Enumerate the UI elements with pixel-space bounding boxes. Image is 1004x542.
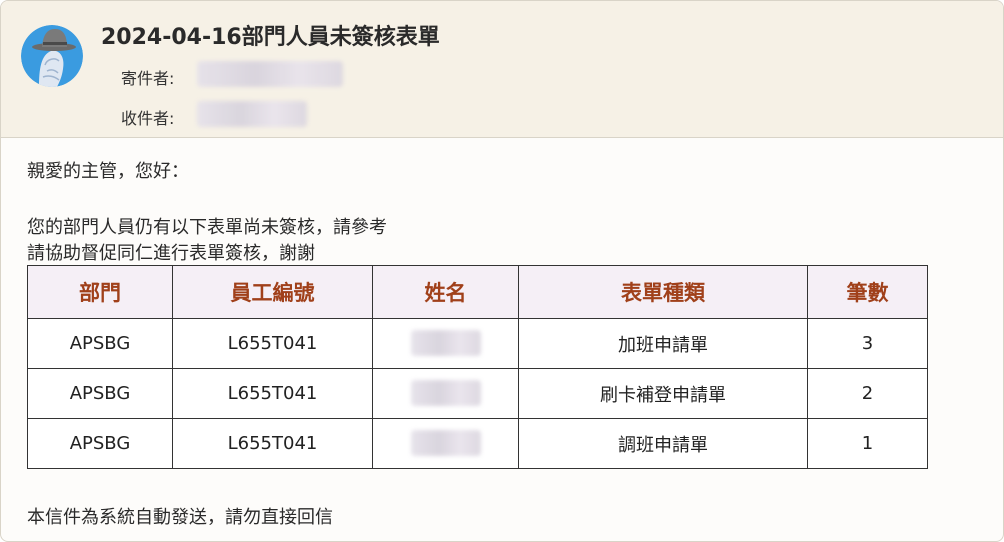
footer-notice: 本信件為系統自動發送，請勿直接回信: [27, 507, 333, 528]
pending-forms-table: 部門 員工編號 姓名 表單種類 筆數 APSBG L655T041 加班申請單 …: [27, 265, 928, 469]
sender-address-redacted[interactable]: [197, 61, 343, 87]
table-row: APSBG L655T041 調班申請單 1: [27, 418, 928, 469]
cell-emp-id: L655T041: [172, 318, 373, 369]
name-redacted: [411, 430, 481, 456]
from-row: 寄件者:: [121, 65, 191, 89]
to-row: 收件者:: [121, 105, 191, 129]
table-row: APSBG L655T041 加班申請單 3: [27, 318, 928, 369]
header-emp-id: 員工編號: [172, 265, 373, 319]
cell-count: 2: [807, 368, 928, 419]
name-redacted: [411, 330, 481, 356]
name-redacted: [411, 380, 481, 406]
cell-emp-id: L655T041: [172, 418, 373, 469]
header-count: 筆數: [807, 265, 928, 319]
from-label: 寄件者:: [121, 69, 175, 88]
sender-avatar-image: [21, 25, 83, 87]
email-subject: 2024-04-16部門人員未簽核表單: [101, 25, 440, 50]
to-label: 收件者:: [121, 109, 175, 128]
recipient-address-redacted[interactable]: [197, 101, 307, 127]
cell-form-type: 刷卡補登申請單: [518, 368, 808, 419]
cell-emp-id: L655T041: [172, 368, 373, 419]
header-form-type: 表單種類: [518, 265, 808, 319]
cell-name: [372, 418, 519, 469]
cell-dept: APSBG: [27, 418, 173, 469]
cell-form-type: 調班申請單: [518, 418, 808, 469]
sender-avatar[interactable]: [21, 25, 83, 87]
email-view: 2024-04-16部門人員未簽核表單 寄件者: 收件者: 親愛的主管，您好： …: [0, 0, 1004, 542]
table-row: APSBG L655T041 刷卡補登申請單 2: [27, 368, 928, 419]
header-name: 姓名: [372, 265, 519, 319]
greeting-text: 親愛的主管，您好：: [27, 161, 189, 182]
cell-dept: APSBG: [27, 318, 173, 369]
cell-dept: APSBG: [27, 368, 173, 419]
email-header: 2024-04-16部門人員未簽核表單 寄件者: 收件者:: [1, 1, 1003, 138]
cell-name: [372, 368, 519, 419]
table-header-row: 部門 員工編號 姓名 表單種類 筆數: [27, 265, 928, 319]
cell-count: 1: [807, 418, 928, 469]
body-line-2: 請協助督促同仁進行表單簽核，謝謝: [27, 243, 315, 264]
header-dept: 部門: [27, 265, 173, 319]
cell-count: 3: [807, 318, 928, 369]
cell-form-type: 加班申請單: [518, 318, 808, 369]
cell-name: [372, 318, 519, 369]
body-line-1: 您的部門人員仍有以下表單尚未簽核，請參考: [27, 217, 387, 238]
